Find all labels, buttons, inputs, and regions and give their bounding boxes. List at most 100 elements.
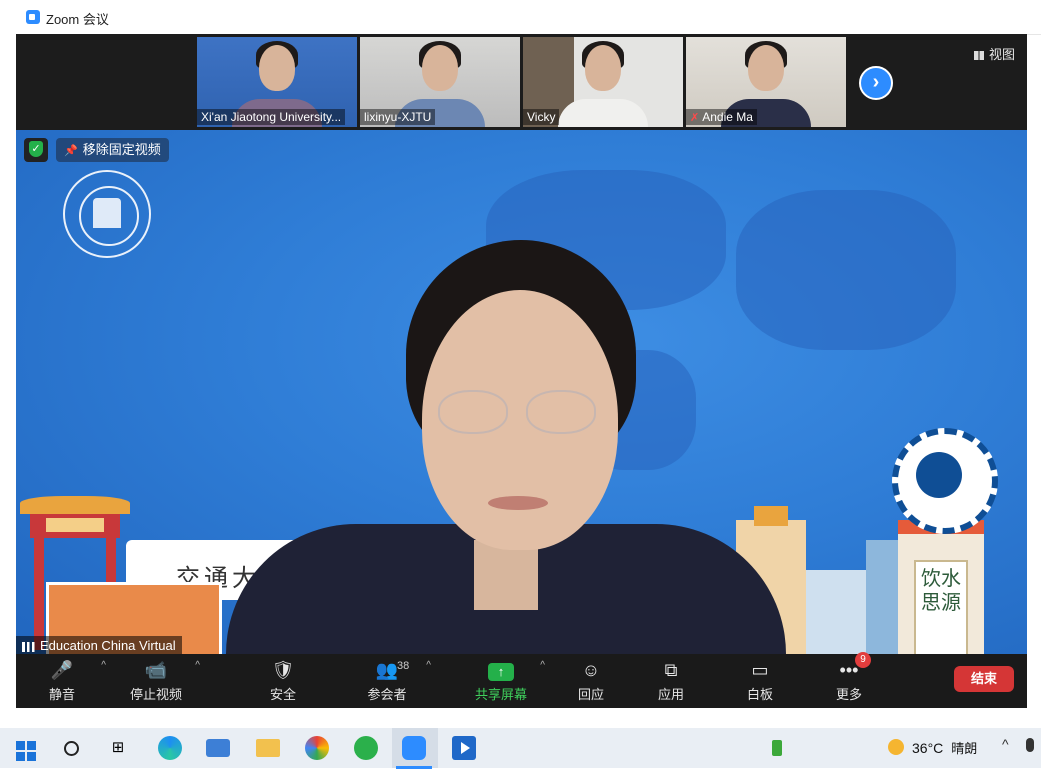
battery-icon[interactable] [772, 740, 782, 756]
audio-options-caret-icon[interactable]: ^ [101, 660, 106, 671]
participant-name: lixinyu-XJTU [360, 109, 436, 125]
window-left-border [0, 0, 16, 728]
speaker-glasses [438, 390, 598, 434]
zoom-app-icon[interactable] [396, 736, 432, 769]
apps-button[interactable]: ⧉ 应用 [631, 658, 711, 706]
mute-button[interactable]: 🎤 静音 ^ [22, 658, 106, 706]
participant-name: Andie Ma [702, 110, 753, 124]
speaker-name-tag: Education China Virtual [16, 636, 182, 655]
video-camera-icon: 📹 [144, 660, 168, 680]
file-explorer-icon[interactable] [256, 739, 280, 757]
whiteboard-button[interactable]: ▭ 白板 [720, 658, 800, 706]
participant-face [748, 45, 784, 91]
task-view-icon[interactable]: ⊞ [106, 736, 130, 760]
show-hidden-icons-chevron-icon[interactable]: ^ [1002, 736, 1009, 752]
participant-thumbnail[interactable]: ✗ Andie Ma [686, 37, 846, 127]
gallery-strip: Xi'an Jiaotong University... lixinyu-XJT… [16, 34, 1027, 130]
plaque-text: 饮水思源 [921, 566, 961, 614]
share-screen-icon: ↑ [461, 658, 541, 682]
share-screen-button[interactable]: ↑ 共享屏幕 ^ [461, 658, 545, 706]
more-button[interactable]: ••• 9 更多 [809, 652, 889, 706]
participant-thumbnail[interactable]: lixinyu-XJTU [360, 37, 520, 127]
memorial-pillar: 饮水思源 [898, 520, 984, 654]
weather-condition: 晴朗 [951, 741, 978, 756]
participant-thumbnail[interactable]: Vicky [523, 37, 683, 127]
more-dots-icon: ••• [839, 660, 859, 680]
gate-pillar [34, 538, 44, 650]
gate-sign [46, 518, 104, 532]
university-seal-logo [63, 170, 151, 258]
speaker-neck [474, 540, 538, 610]
speaker-video [226, 240, 786, 654]
participant-name: Xi'an Jiaotong University... [197, 109, 346, 125]
view-button[interactable]: 视图 [973, 44, 1015, 63]
speaker-lips [488, 496, 548, 510]
pin-icon: 📌 [64, 145, 78, 157]
shield-icon: 🛡 [271, 660, 295, 680]
grid-view-icon [973, 51, 984, 61]
reaction-smiley-icon: ☺ [581, 660, 601, 680]
stop-video-label: 停止视频 [129, 687, 182, 702]
participant-face [422, 45, 458, 91]
participants-options-caret-icon[interactable]: ^ [426, 660, 431, 671]
edge-browser-icon[interactable] [158, 736, 182, 760]
university-gear-emblem [892, 428, 998, 534]
reactions-button[interactable]: ☺ 回应 [551, 658, 631, 706]
share-options-caret-icon[interactable]: ^ [540, 660, 545, 671]
meeting-toolbar: 🎤 静音 ^ 📹 停止视频 ^ 🛡 安全 👥 38 参会者 ^ ↑ 共享屏幕 ^… [16, 652, 1027, 708]
search-icon[interactable] [58, 736, 82, 760]
participants-button[interactable]: 👥 38 参会者 ^ [347, 658, 431, 706]
unpin-label: 移除固定视频 [82, 142, 161, 157]
microphone-tray-icon[interactable] [1026, 738, 1034, 752]
security-label: 安全 [269, 687, 296, 702]
emblem-core [916, 452, 962, 498]
meeting-area: Xi'an Jiaotong University... lixinyu-XJT… [16, 34, 1027, 708]
stop-video-button[interactable]: 📹 停止视频 ^ [116, 658, 200, 706]
next-page-button[interactable]: › [859, 66, 893, 100]
mail-icon[interactable] [206, 739, 230, 757]
window-titlebar[interactable]: Zoom 会议 [16, 0, 1041, 35]
mic-muted-icon: ✗ [690, 112, 700, 124]
chrome-browser-icon[interactable] [305, 736, 329, 760]
mute-label: 静音 [48, 687, 75, 702]
apps-label: 应用 [657, 687, 684, 702]
signal-strength-icon [22, 641, 36, 652]
gate-roof [20, 496, 130, 514]
encryption-shield-icon[interactable] [24, 138, 48, 162]
media-player-icon[interactable] [452, 736, 476, 760]
weather-widget[interactable]: 36°C 晴朗 [888, 738, 977, 757]
temperature: 36°C [912, 740, 944, 756]
chevron-right-icon: › [872, 71, 880, 93]
wechat-icon[interactable] [354, 736, 378, 760]
whiteboard-icon: ▭ [751, 660, 769, 680]
window-title: Zoom 会议 [46, 12, 109, 27]
main-video[interactable]: 交通大學 饮水思源 📌移除固定视频 [16, 130, 1027, 654]
participants-count: 38 [397, 660, 410, 672]
reactions-label: 回应 [577, 687, 604, 702]
view-label: 视图 [988, 47, 1015, 62]
unpin-video-button[interactable]: 📌 移除固定视频 [56, 138, 169, 162]
participant-name: Vicky [523, 109, 560, 125]
speaker-name: Education China Virtual [40, 638, 176, 653]
pillar-plaque: 饮水思源 [914, 560, 968, 654]
apps-icon: ⧉ [664, 660, 678, 680]
participants-label: 参会者 [367, 687, 407, 702]
zoom-logo-icon [26, 10, 40, 24]
end-meeting-button[interactable]: 结束 [954, 666, 1014, 692]
microphone-icon: 🎤 [50, 660, 74, 680]
participants-icon: 👥 [375, 660, 399, 680]
participant-name-bar: ✗ Andie Ma [686, 109, 757, 125]
more-label: 更多 [835, 687, 862, 702]
participant-face [259, 45, 295, 91]
participant-thumbnail[interactable]: Xi'an Jiaotong University... [197, 37, 357, 127]
security-button[interactable]: 🛡 安全 [243, 658, 323, 706]
video-options-caret-icon[interactable]: ^ [195, 660, 200, 671]
windows-start-icon[interactable] [14, 738, 38, 762]
participant-face [585, 45, 621, 91]
whiteboard-label: 白板 [746, 687, 773, 702]
participant-body [558, 99, 648, 127]
sun-weather-icon [888, 739, 904, 755]
seal-emblem [93, 198, 121, 228]
notification-badge: 9 [855, 652, 871, 668]
windows-taskbar [0, 728, 1041, 768]
